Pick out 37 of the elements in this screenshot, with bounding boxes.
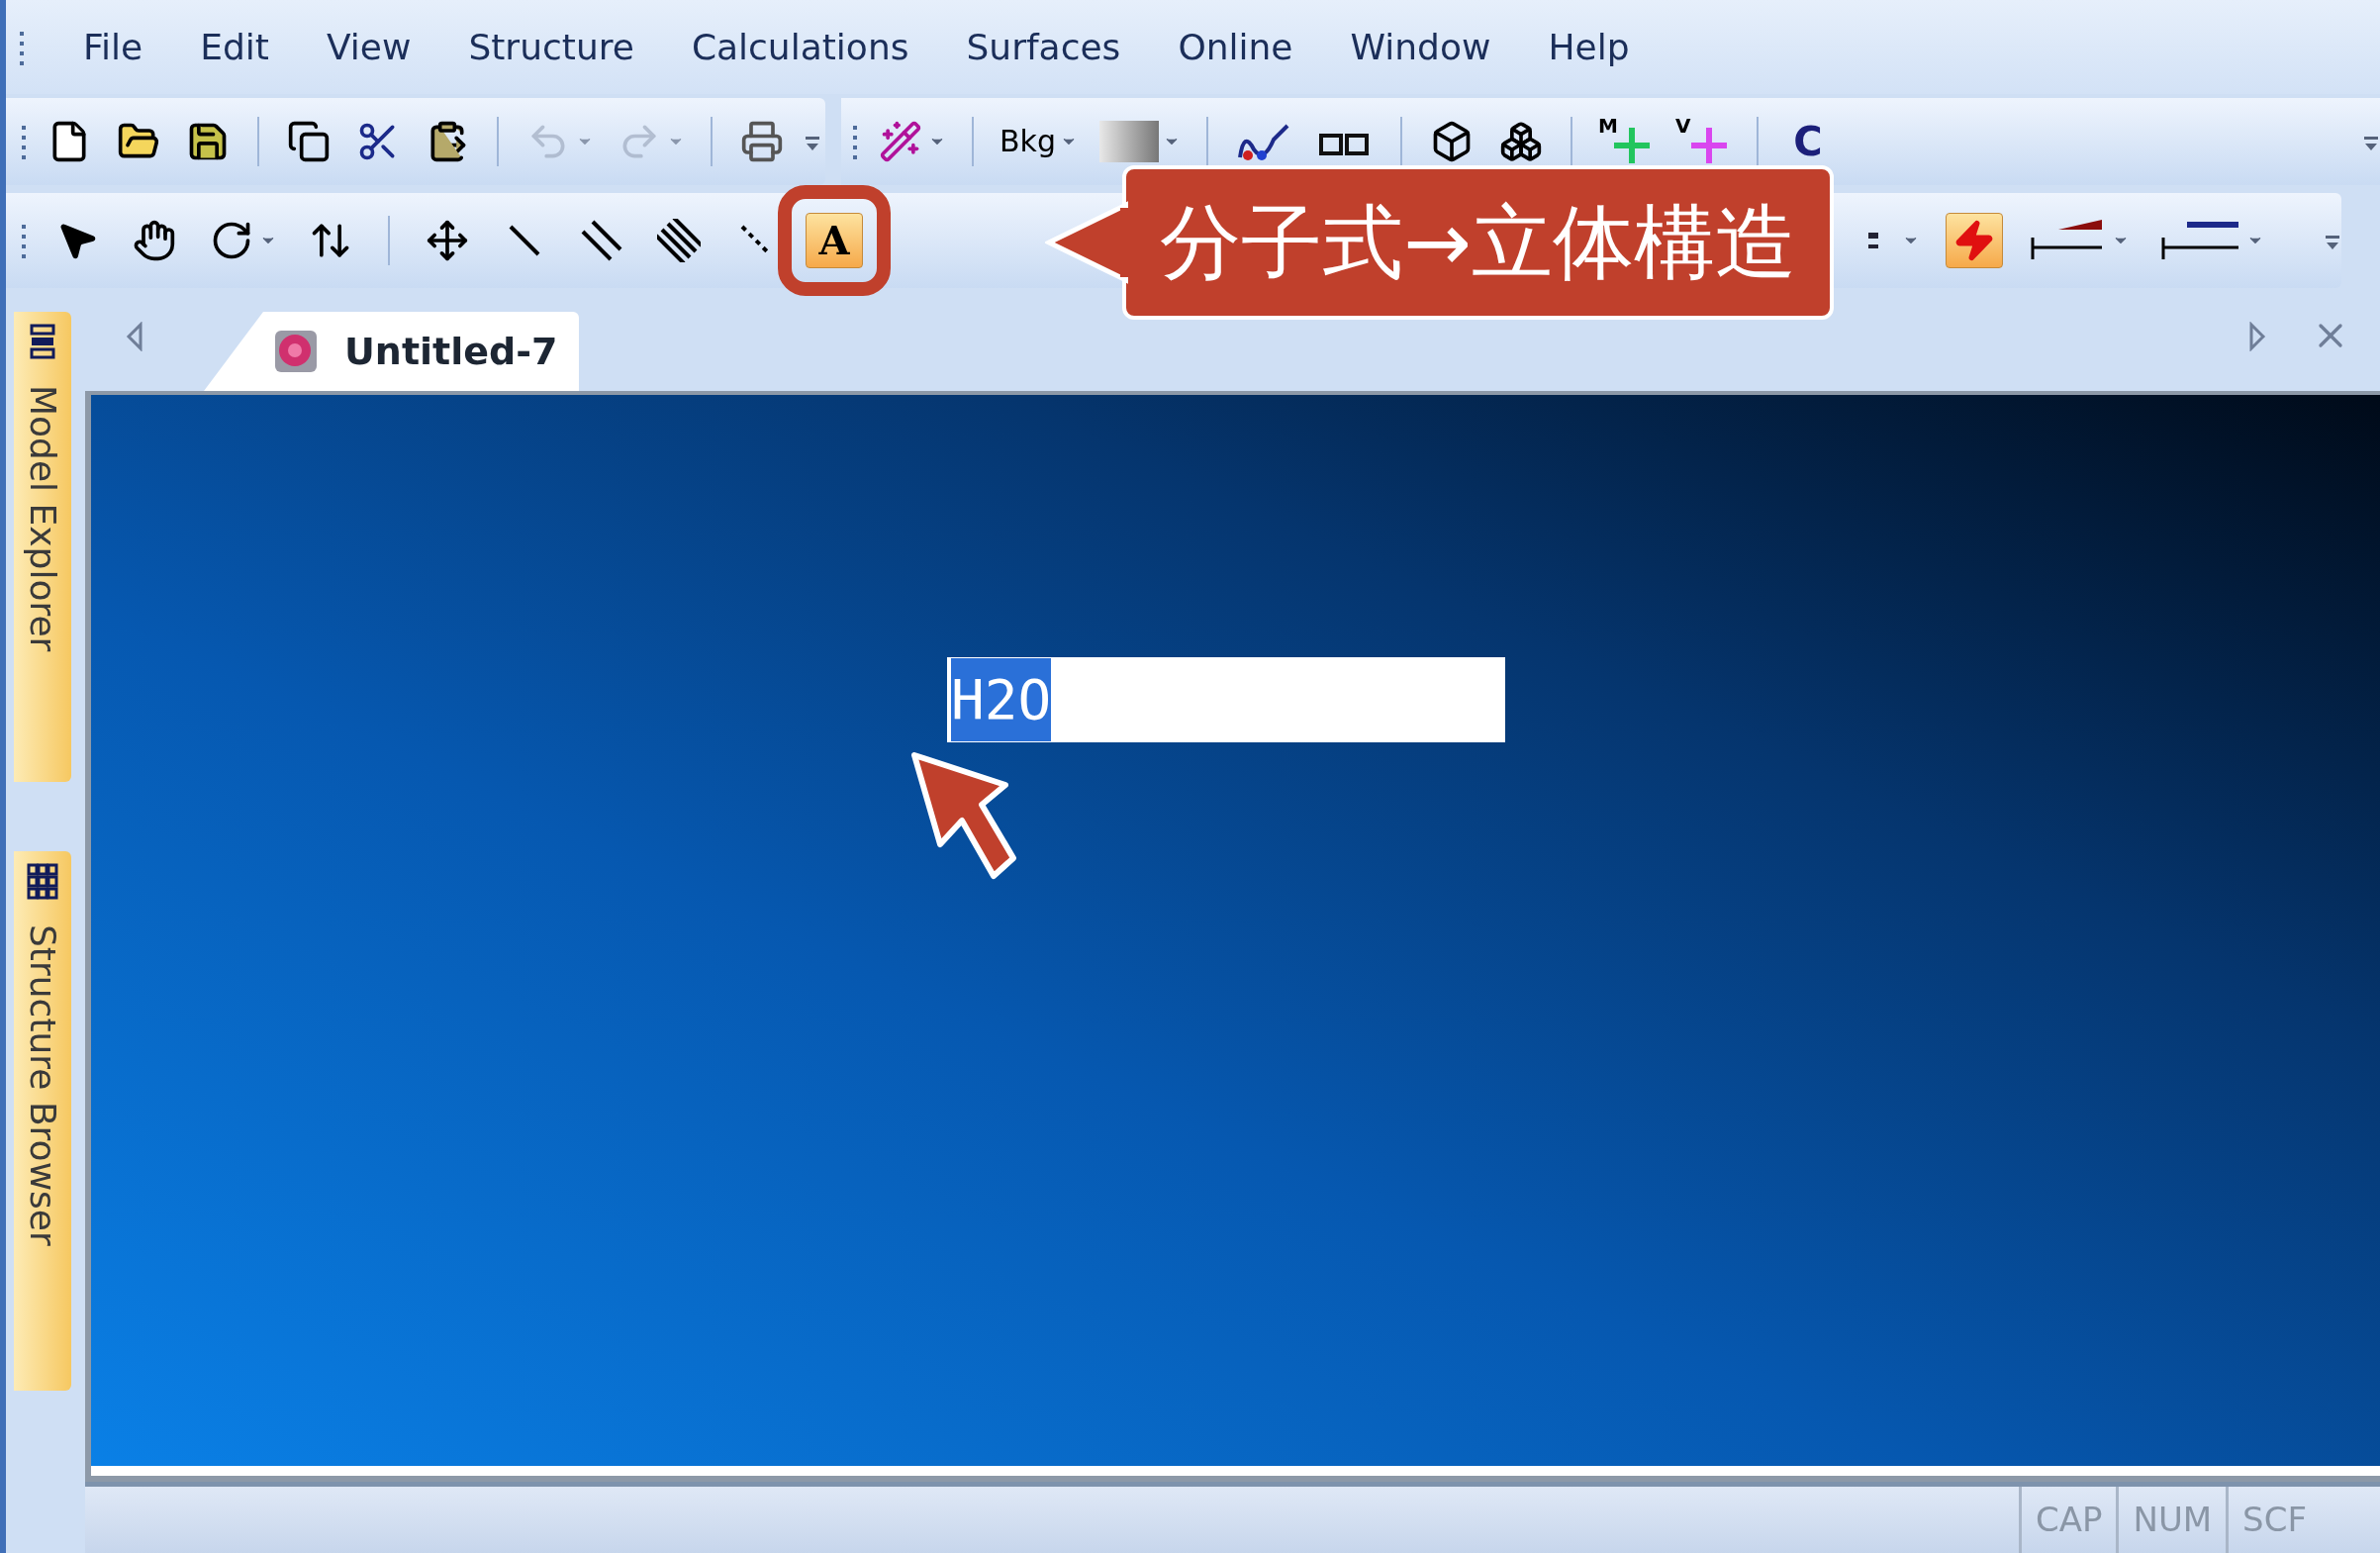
status-indicator: SCF (2226, 1487, 2321, 1553)
c-letter: C (1793, 117, 1823, 166)
axis-letter: M (1598, 115, 1618, 136)
menu-item[interactable]: Structure (468, 20, 634, 74)
tool-button[interactable]: Bkg (996, 113, 1082, 169)
wand-icon (879, 119, 922, 163)
status-indicator: CAP (2018, 1487, 2117, 1553)
cubes-icon (1499, 119, 1543, 163)
grid-icon (26, 861, 59, 901)
document-icon (273, 329, 319, 374)
3d-view-canvas[interactable]: H2O (91, 395, 2380, 1466)
side-panel-tab[interactable]: Model Explorer (14, 312, 71, 782)
side-panel-tab[interactable]: Structure Browser (14, 851, 71, 1391)
scroll-right-icon[interactable] (2247, 322, 2267, 351)
menu-item[interactable]: Edit (200, 20, 269, 74)
axis-letter: V (1675, 115, 1691, 136)
copy-icon (287, 119, 331, 163)
menu-item[interactable]: Surfaces (966, 20, 1121, 74)
gradient-swatch (1099, 120, 1159, 162)
document-tab[interactable]: Untitled-7 (204, 312, 580, 391)
move-icon (426, 218, 469, 262)
bar-list-icon (28, 322, 57, 361)
menu-item[interactable]: File (83, 20, 143, 74)
hand-icon (133, 218, 176, 262)
formula-input-field[interactable]: H2O (947, 657, 1505, 742)
scroll-left-icon[interactable] (125, 322, 144, 351)
multiple-bond-icon (657, 218, 701, 262)
menu-item[interactable]: Calculations (691, 20, 909, 74)
background-label: Bkg (1000, 123, 1056, 160)
tool-button[interactable]: A (806, 212, 863, 268)
printer-icon (740, 119, 784, 163)
menu-item[interactable]: Window (1350, 20, 1491, 74)
menu-item[interactable]: Help (1548, 20, 1630, 74)
menu-item[interactable]: View (326, 20, 412, 74)
menu-item[interactable]: Online (1178, 20, 1293, 74)
double-bond-icon (580, 218, 623, 262)
status-indicator: NUM (2116, 1487, 2227, 1553)
